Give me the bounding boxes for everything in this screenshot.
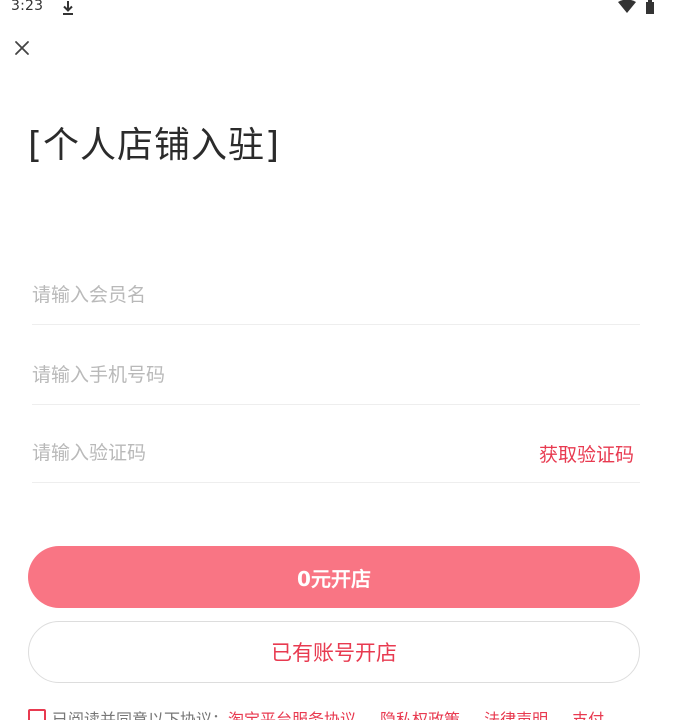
agree-checkbox[interactable]: [28, 709, 46, 720]
phone-input[interactable]: [32, 348, 512, 402]
agreement-link-privacy[interactable]: 隐私权政策: [380, 710, 460, 720]
member-name-input[interactable]: [32, 268, 512, 322]
member-name-field: [32, 268, 640, 325]
status-bar: 3:23: [0, 0, 673, 20]
phone-field: [32, 348, 640, 405]
verification-code-field: 获取验证码: [32, 426, 640, 483]
existing-account-button[interactable]: 已有账号开店: [28, 621, 640, 683]
close-button[interactable]: [8, 36, 36, 64]
close-icon: [14, 40, 30, 60]
agreement-separator: 、: [360, 710, 377, 720]
agreement-prefix: 已阅读并同意以下协议：: [52, 710, 229, 720]
agreement-link-service[interactable]: 淘宝平台服务协议: [228, 710, 356, 720]
verification-code-input[interactable]: [32, 426, 512, 480]
get-code-button[interactable]: 获取验证码: [539, 440, 634, 467]
agreement-row: 已阅读并同意以下协议：淘宝平台服务协议、隐私权政策、法律声明、支付: [28, 706, 673, 720]
agreement-separator: 、: [552, 710, 569, 720]
download-icon: [62, 0, 74, 16]
agreement-link-legal[interactable]: 法律声明: [484, 710, 548, 720]
battery-icon: [645, 0, 655, 14]
agreement-separator: 、: [464, 710, 481, 720]
page-title: [个人店铺入驻]: [28, 125, 281, 166]
wifi-icon: [618, 0, 636, 14]
open-shop-button[interactable]: 0元开店: [28, 546, 640, 608]
app-screen: 3:23 [个人店铺入驻] 请输入会员名 请输入手机号码 请输入验证码 获取验证…: [0, 0, 673, 720]
status-time: 3:23: [11, 0, 44, 14]
agreement-link-payment[interactable]: 支付: [572, 710, 604, 720]
